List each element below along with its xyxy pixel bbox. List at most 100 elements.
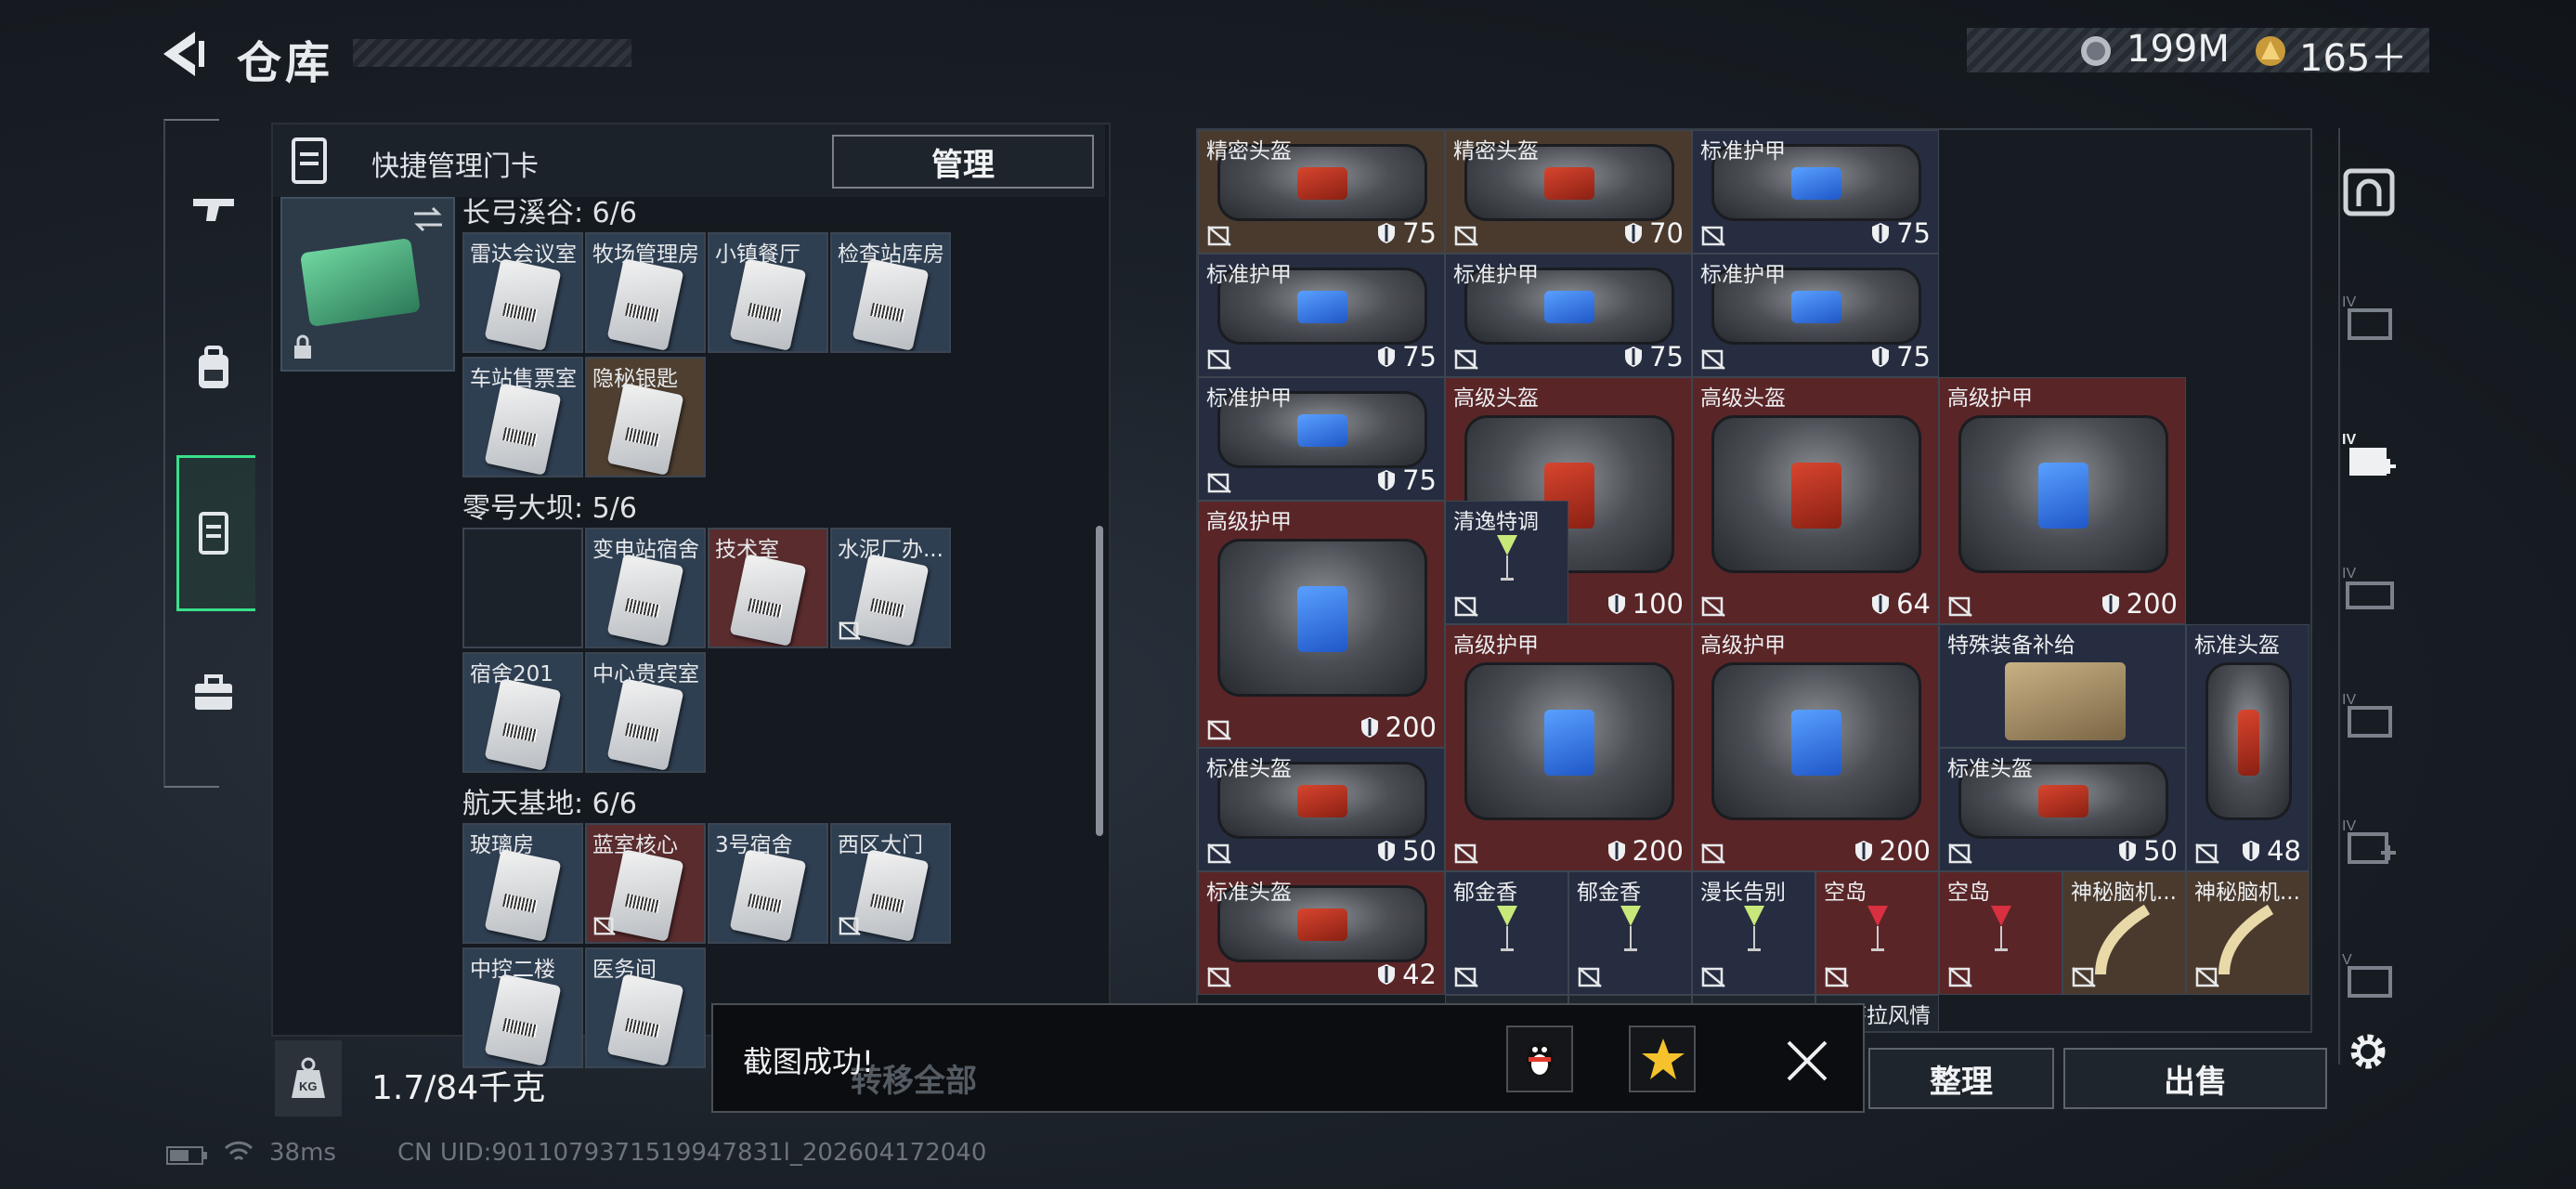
item-name: 标准头盔	[1206, 757, 1292, 781]
keycard-slot[interactable]: 隐秘银匙	[585, 357, 706, 477]
item-durability: 75	[1376, 464, 1437, 496]
inventory-item[interactable]: 精密头盔 75	[1198, 130, 1445, 254]
inventory-item[interactable]: 高级护甲 200	[1692, 624, 1939, 871]
sort-button[interactable]: 整理	[1868, 1048, 2054, 1109]
inventory-item[interactable]: 漫长告别	[1692, 871, 1815, 995]
durability-value: 75	[1402, 217, 1437, 249]
inventory-item[interactable]: 标准护甲 75	[1692, 130, 1939, 254]
keycard-label: 水泥厂办...	[838, 538, 943, 562]
keycard-slot[interactable]: 宿舍201	[462, 652, 583, 773]
lock-icon	[294, 334, 311, 359]
keycard-image	[606, 258, 684, 351]
cocktail-icon	[1496, 906, 1517, 951]
shield-icon	[2119, 841, 2137, 861]
shield-icon	[1872, 346, 1890, 367]
share-qzone-button[interactable]	[1629, 1026, 1696, 1092]
keycard-slot[interactable]: 中心贵宾室	[585, 652, 706, 773]
inventory-item[interactable]: 标准头盔 42	[1198, 871, 1445, 995]
no-extract-icon	[1578, 967, 1602, 987]
keycard-slot[interactable]: 水泥厂办...	[830, 528, 951, 648]
keycard-slot[interactable]: 雷达会议室	[462, 232, 583, 353]
gear-icon[interactable]	[2344, 1027, 2392, 1076]
keycard-case-icon[interactable]	[188, 506, 240, 558]
helmet-image	[2205, 662, 2292, 820]
inventory-item[interactable]: 精密头盔 70	[1445, 130, 1692, 254]
keycard-slot[interactable]: 西区大门	[830, 823, 951, 944]
inventory-item[interactable]: 高级护甲 200	[1198, 501, 1445, 748]
item-name: 特殊装备补给	[1947, 634, 2075, 658]
keycard-slot[interactable]: 检查站库房	[830, 232, 951, 353]
keycard-slot[interactable]: 3号宿舍	[708, 823, 828, 944]
keycard-slot[interactable]: 玻璃房	[462, 823, 583, 944]
keycard-slot[interactable]: 变电站宿舍	[585, 528, 706, 648]
close-icon[interactable]	[1783, 1037, 1831, 1085]
tier4-medkit-icon[interactable]: IV	[2340, 814, 2398, 868]
no-extract-icon	[1701, 596, 1725, 617]
toolbox-icon[interactable]	[188, 667, 240, 719]
inventory-item[interactable]: 特殊装备补给	[1939, 624, 2186, 748]
qzone-star-icon	[1642, 1039, 1685, 1079]
keycard-image	[729, 554, 807, 647]
svg-text:IV: IV	[2342, 818, 2356, 834]
inventory-item[interactable]: 高级护甲 200	[1939, 377, 2186, 624]
inventory-item[interactable]: 空岛	[1939, 871, 2062, 995]
inventory-item[interactable]: 神秘脑机...	[2062, 871, 2186, 995]
keycard-slot[interactable]: 医务间	[585, 947, 706, 1068]
item-name: 漫长告别	[1700, 881, 1786, 905]
keycard-slot[interactable]: 蓝室核心	[585, 823, 706, 944]
no-extract-icon	[1207, 349, 1231, 370]
inventory-item[interactable]: 标准头盔 50	[1939, 748, 2186, 871]
svg-text:V: V	[2342, 952, 2352, 968]
tier4-weapon-case-icon[interactable]: IV	[2340, 561, 2398, 615]
keycard-slot[interactable]	[462, 528, 583, 648]
keycard-slot[interactable]: 中控二楼	[462, 947, 583, 1068]
inventory-item[interactable]: 高级护甲 200	[1445, 624, 1692, 871]
inventory-item[interactable]: 清逸特调	[1445, 501, 1568, 624]
section-title: 长弓溪谷: 6/6	[462, 197, 637, 229]
gun-icon[interactable]	[188, 184, 240, 236]
equipped-keycard-slot[interactable]	[280, 197, 455, 372]
keycard-slot[interactable]: 技术室	[708, 528, 828, 648]
item-durability: 100	[1607, 588, 1684, 620]
keycard-slot[interactable]: 牧场管理房	[585, 232, 706, 353]
item-durability: 200	[1854, 835, 1931, 867]
back-arrow-icon[interactable]	[158, 28, 206, 80]
keycard-slot[interactable]: 小镇餐厅	[708, 232, 828, 353]
inventory-item[interactable]: 标准护甲 75	[1445, 254, 1692, 377]
inventory-item[interactable]: 空岛	[1815, 871, 1939, 995]
item-durability: 200	[1607, 835, 1684, 867]
currency-b-value: 165＋	[2299, 37, 2408, 80]
inventory-item[interactable]: 标准护甲 75	[1198, 377, 1445, 501]
panel-scrollbar[interactable]	[1096, 526, 1103, 836]
tier4-folder-icon[interactable]: IV	[2340, 687, 2398, 741]
keycard-image	[484, 383, 562, 476]
swap-icon[interactable]	[410, 204, 446, 234]
manage-button[interactable]: 管理	[832, 135, 1094, 189]
inventory-item[interactable]: 标准护甲 75	[1198, 254, 1445, 377]
wifi-icon	[224, 1141, 254, 1161]
keycard-image	[729, 849, 807, 942]
safe-box-icon[interactable]	[2340, 165, 2398, 219]
tier4-storage-icon[interactable]: IV	[2340, 290, 2398, 344]
share-qq-button[interactable]	[1506, 1026, 1573, 1092]
inventory-item[interactable]: 高级头盔 64	[1692, 377, 1939, 624]
inventory-item[interactable]: 神秘脑机...	[2186, 871, 2309, 995]
inventory-item[interactable]: 标准头盔 50	[1198, 748, 1445, 871]
keycard-label: 技术室	[715, 538, 779, 562]
item-name: 空岛	[1824, 881, 1867, 905]
tier4-medical-icon[interactable]: IV	[2340, 427, 2398, 481]
helmet-image	[1711, 415, 1921, 573]
shield-icon	[1625, 346, 1643, 367]
inventory-item[interactable]: 标准护甲 75	[1692, 254, 1939, 377]
keycard-slot[interactable]: 车站售票室	[462, 357, 583, 477]
tier5-storage-icon[interactable]: V	[2340, 947, 2398, 1001]
backpack-icon[interactable]	[188, 342, 240, 394]
inventory-item[interactable]: 标准头盔 48	[2186, 624, 2309, 871]
item-name: 清逸特调	[1453, 510, 1539, 534]
item-name: 高级护甲	[1947, 386, 2033, 411]
inventory-item[interactable]: 郁金香	[1568, 871, 1692, 995]
no-extract-icon	[839, 621, 861, 641]
inventory-item[interactable]: 郁金香	[1445, 871, 1568, 995]
item-durability: 75	[1623, 341, 1684, 372]
sell-button[interactable]: 出售	[2063, 1048, 2327, 1109]
